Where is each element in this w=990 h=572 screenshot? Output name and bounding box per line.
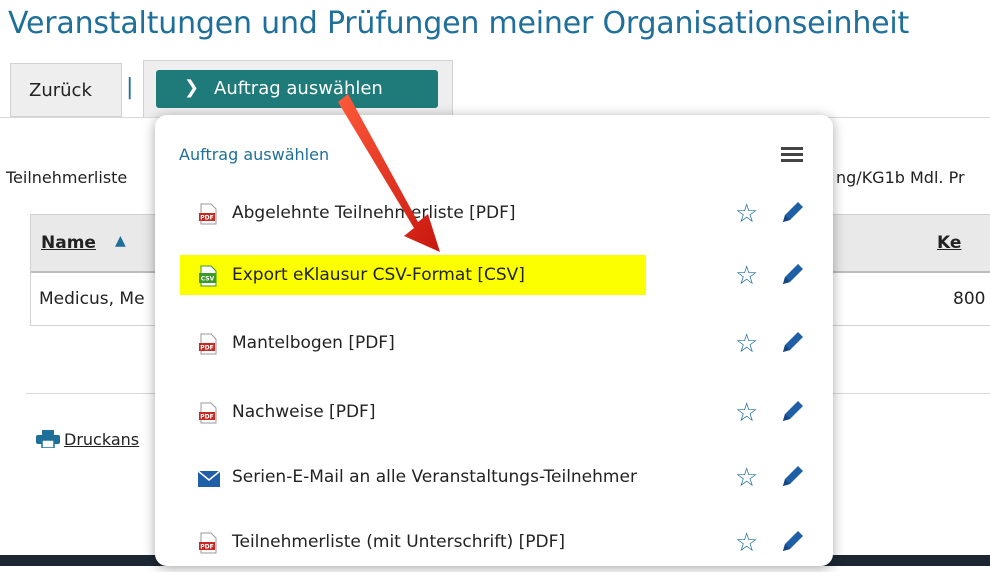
pencil-icon[interactable] xyxy=(779,198,807,226)
pencil-icon[interactable] xyxy=(779,328,807,356)
csv-icon: CSV xyxy=(199,265,217,287)
dropdown-item-label: Abgelehnte Teilnehmerliste [PDF] xyxy=(232,203,516,223)
dropdown-title: Auftrag auswählen xyxy=(179,145,330,164)
course-info-text: ng/KG1b Mdl. Pr xyxy=(836,168,965,187)
page-title: Veranstaltungen und Prüfungen meiner Org… xyxy=(8,6,910,41)
svg-text:PDF: PDF xyxy=(200,345,213,352)
svg-text:CSV: CSV xyxy=(201,276,215,283)
print-view-link[interactable]: Druckans xyxy=(36,430,139,449)
dropdown-item-label: Export eKlausur CSV-Format [CSV] xyxy=(232,265,525,285)
pencil-icon[interactable] xyxy=(779,260,807,288)
printer-icon xyxy=(36,430,60,448)
pdf-icon: PDF xyxy=(199,532,217,554)
dropdown-item-rejected-list[interactable]: PDF Abgelehnte Teilnehmerliste [PDF] ☆ xyxy=(155,193,833,243)
menu-icon[interactable] xyxy=(781,147,803,163)
select-job-dropdown: Auftrag auswählen PDF Abgelehnte Teilneh… xyxy=(155,115,833,566)
dropdown-item-participant-list-signature[interactable]: PDF Teilnehmerliste (mit Unterschrift) [… xyxy=(155,522,833,572)
pencil-icon[interactable] xyxy=(779,527,807,555)
dropdown-item-mantelbogen[interactable]: PDF Mantelbogen [PDF] ☆ xyxy=(155,323,833,373)
sort-ascending-icon[interactable]: ▲ xyxy=(115,233,126,249)
table-cell-right: 800 xyxy=(953,289,986,309)
participant-list-label: Teilnehmerliste xyxy=(6,168,128,187)
pdf-icon: PDF xyxy=(199,203,217,225)
back-button[interactable]: Zurück xyxy=(10,63,122,117)
star-icon[interactable]: ☆ xyxy=(735,465,758,491)
toolbar-separator: | xyxy=(126,75,134,100)
chevron-right-icon: ❯ xyxy=(184,77,200,98)
select-job-button-label: Auftrag auswählen xyxy=(214,78,383,99)
toolbar: Zurück | ❯ Auftrag auswählen xyxy=(0,60,990,118)
star-icon[interactable]: ☆ xyxy=(735,263,758,289)
star-icon[interactable]: ☆ xyxy=(735,331,758,357)
pencil-icon[interactable] xyxy=(779,462,807,490)
print-view-label: Druckans xyxy=(64,430,140,449)
star-icon[interactable]: ☆ xyxy=(735,400,758,426)
dropdown-item-nachweise[interactable]: PDF Nachweise [PDF] ☆ xyxy=(155,392,833,442)
dropdown-item-label: Teilnehmerliste (mit Unterschrift) [PDF] xyxy=(232,532,566,552)
dropdown-item-label: Serien-E-Mail an alle Veranstaltungs-Tei… xyxy=(232,467,637,487)
dropdown-item-label: Mantelbogen [PDF] xyxy=(232,333,395,353)
dropdown-item-label: Nachweise [PDF] xyxy=(232,402,376,422)
back-button-label: Zurück xyxy=(29,80,92,101)
column-header-right[interactable]: Ke xyxy=(937,233,961,253)
select-job-button[interactable]: ❯ Auftrag auswählen xyxy=(156,70,438,108)
svg-text:PDF: PDF xyxy=(200,544,213,551)
dropdown-item-serial-email[interactable]: Serien-E-Mail an alle Veranstaltungs-Tei… xyxy=(155,457,833,507)
table-cell-name: Medicus, Me xyxy=(39,289,145,309)
dropdown-item-export-eklausur[interactable]: CSV Export eKlausur CSV-Format [CSV] ☆ xyxy=(155,255,833,305)
star-icon[interactable]: ☆ xyxy=(735,530,758,556)
mail-icon xyxy=(198,471,220,487)
svg-text:PDF: PDF xyxy=(200,414,213,421)
pencil-icon[interactable] xyxy=(779,397,807,425)
star-icon[interactable]: ☆ xyxy=(735,201,758,227)
primary-button-group: ❯ Auftrag auswählen xyxy=(143,60,453,118)
column-header-name[interactable]: Name xyxy=(41,233,96,253)
pdf-icon: PDF xyxy=(199,402,217,424)
svg-text:PDF: PDF xyxy=(200,215,213,222)
pdf-icon: PDF xyxy=(199,333,217,355)
